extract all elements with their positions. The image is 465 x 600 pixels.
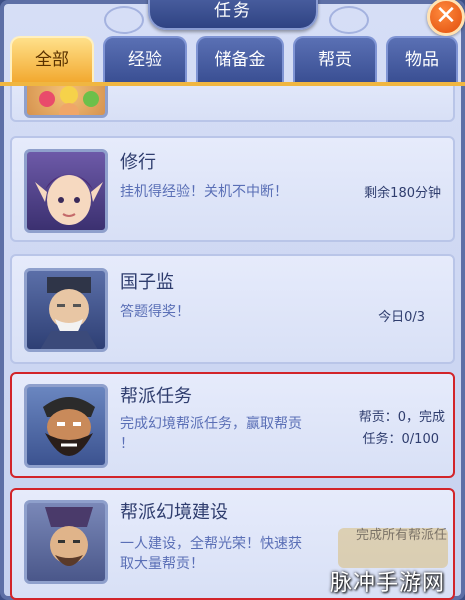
ornament-right: [329, 6, 369, 34]
task-desc-line1: 完成幻境帮派任务，赢取帮贡: [120, 416, 302, 432]
bearded-warrior-icon: [43, 397, 95, 456]
task-desc-line1: 一人建设，全帮光荣！快速获: [120, 536, 302, 552]
task-card-partial[interactable]: [10, 86, 455, 122]
tab-items[interactable]: 物品: [386, 36, 458, 82]
task-card[interactable]: 国子监 答题得奖！ 今日0/3: [10, 254, 455, 364]
task-status-line1: 帮贡：0，完成: [358, 410, 445, 425]
task-name: 帮派幻境建设: [120, 502, 228, 523]
watermark: 脉冲手游网: [330, 571, 446, 596]
xiuxing-portrait: [24, 149, 108, 233]
task-card[interactable]: 修行 挂机得经验！关机不中断！ 剩余180分钟: [10, 136, 455, 242]
task-status: 今日0/3: [378, 310, 425, 325]
huanjing-portrait: [24, 500, 108, 584]
task-status: 剩余180分钟: [364, 186, 441, 201]
tab-all[interactable]: 全部: [10, 36, 94, 82]
task-desc-line2: ！: [120, 436, 134, 452]
task-card[interactable]: 帮派任务 完成幻境帮派任务，赢取帮贡 ！ 帮贡：0，完成 任务：0/100: [10, 372, 455, 478]
immortal-girl-icon: [35, 174, 103, 225]
tab-reserve[interactable]: 储备金: [196, 36, 284, 82]
task-desc: 挂机得经验！关机不中断！: [120, 184, 288, 200]
partial-portrait: [24, 86, 108, 118]
bangpai-portrait: [24, 384, 108, 468]
flower-crown-icon: [39, 86, 99, 115]
task-list[interactable]: 修行 挂机得经验！关机不中断！ 剩余180分钟 国子监 答题得奖！ 今日0/3: [10, 86, 455, 600]
window-title: 任务: [148, 0, 318, 30]
task-desc-line2: 取大量帮贡！: [120, 556, 204, 572]
task-name: 帮派任务: [120, 386, 192, 407]
reward-stamp: [338, 528, 448, 568]
ornament-left: [104, 6, 144, 34]
guozijian-portrait: [24, 268, 108, 352]
official-elder-icon: [45, 507, 93, 566]
task-desc: 答题得奖！: [120, 304, 190, 320]
tab-bar: 全部 经验 储备金 帮贡 物品: [10, 36, 465, 84]
task-name: 国子监: [120, 272, 174, 293]
tab-contribution[interactable]: 帮贡: [293, 36, 377, 82]
task-status-line2: 任务：0/100: [362, 432, 439, 447]
scholar-elder-icon: [40, 277, 98, 349]
task-name: 修行: [120, 152, 156, 173]
tab-exp[interactable]: 经验: [103, 36, 187, 82]
